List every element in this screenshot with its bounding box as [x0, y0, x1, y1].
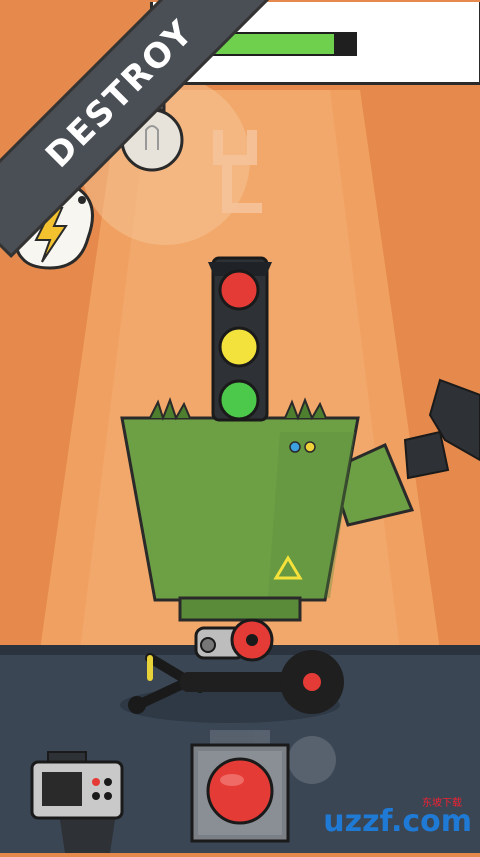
traffic-yellow: [218, 326, 260, 368]
watermark-logo: 东坡下载 uzzf.com: [323, 798, 472, 839]
traffic-red: [218, 269, 260, 311]
indicator-yellow: [304, 441, 316, 453]
traffic-light: [208, 256, 272, 422]
game-stage: DESTROY 东坡下载 uzzf.com: [0, 0, 480, 853]
health-bar-fill: [215, 34, 334, 54]
watermark-text: uzzf.com: [323, 804, 472, 839]
indicator-blue: [289, 441, 301, 453]
robot-waist: [178, 596, 302, 622]
traffic-green: [218, 379, 260, 421]
watermark-subtext: 东坡下载: [422, 798, 462, 809]
red-push-button-icon[interactable]: [190, 743, 290, 843]
grass-right: [284, 397, 327, 421]
health-bar: [213, 32, 357, 56]
